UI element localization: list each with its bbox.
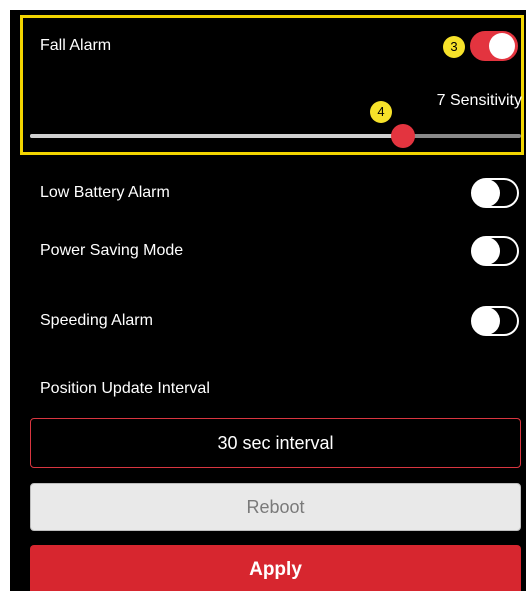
power-saving-mode-label: Power Saving Mode <box>40 242 184 259</box>
slider-badge: 4 <box>370 101 392 123</box>
low-battery-alarm-label: Low Battery Alarm <box>40 184 170 201</box>
sensitivity-slider[interactable] <box>30 134 521 138</box>
power-saving-mode-toggle[interactable] <box>471 236 519 266</box>
toggle-knob <box>489 33 515 59</box>
position-update-interval-label: Position Update Interval <box>40 380 210 397</box>
toggle-knob <box>472 179 500 207</box>
interval-select[interactable]: 30 sec interval <box>30 418 521 468</box>
sensitivity-slider-fill <box>30 134 404 138</box>
low-battery-alarm-toggle[interactable] <box>471 178 519 208</box>
sensitivity-slider-thumb[interactable] <box>391 124 416 148</box>
fall-alarm-toggle[interactable] <box>470 31 518 61</box>
toggle-knob <box>472 237 500 265</box>
speeding-alarm-label: Speeding Alarm <box>40 312 153 329</box>
fall-alarm-label: Fall Alarm <box>40 37 112 54</box>
sensitivity-label: 7 Sensitivity <box>436 92 522 109</box>
speeding-alarm-toggle[interactable] <box>471 306 519 336</box>
fall-alarm-badge: 3 <box>443 36 465 58</box>
apply-button[interactable]: Apply <box>30 545 521 591</box>
reboot-button[interactable]: Reboot <box>30 483 521 531</box>
toggle-knob <box>472 307 500 335</box>
